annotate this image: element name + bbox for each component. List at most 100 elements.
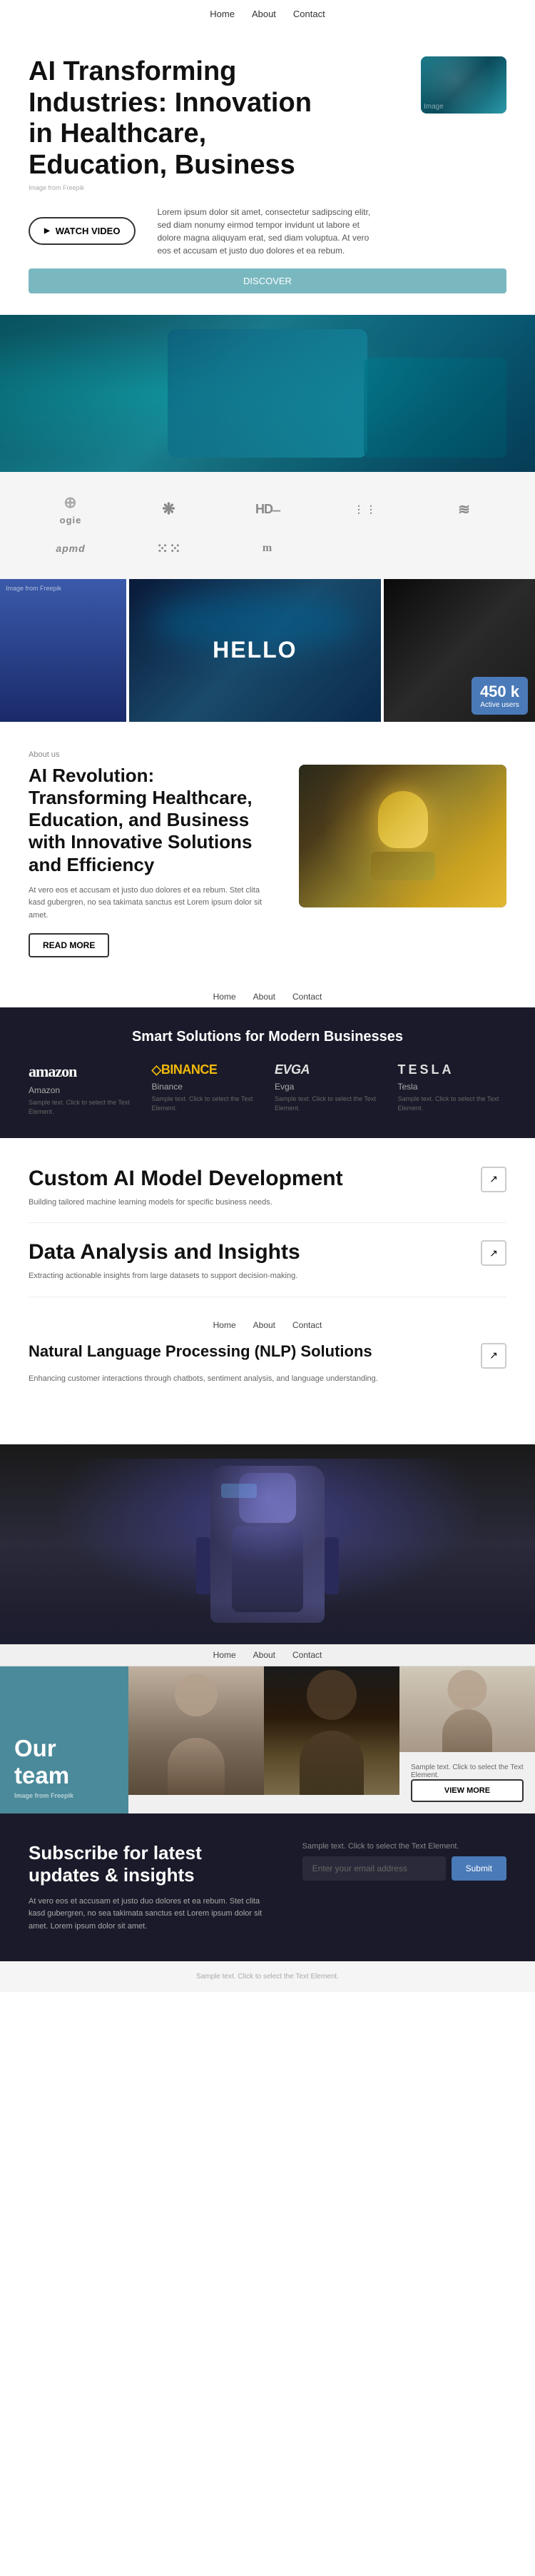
service-link-2[interactable]: ↗ [481, 1240, 506, 1266]
service-title-3: Natural Language Processing (NLP) Soluti… [29, 1343, 372, 1360]
nav-contact[interactable]: Contact [293, 9, 325, 19]
logo-4: ⋮⋮ [354, 503, 378, 515]
evga-name: Evga [275, 1082, 384, 1092]
brand-evga: EVGA Evga Sample text. Click to select t… [275, 1062, 384, 1116]
vr-banner [0, 315, 535, 472]
main-nav: Home About Contact [0, 0, 535, 28]
hello-text: HELLO [213, 637, 297, 663]
subscribe-left: Subscribe for latest updates & insights … [29, 1842, 274, 1933]
amazon-desc: Sample text. Click to select the Text El… [29, 1098, 138, 1116]
team-header: Our team Image from Freepik [0, 1666, 128, 1813]
hero-image-caption: Image from Freepik [29, 184, 506, 191]
image-block-center: HELLO [129, 579, 381, 722]
team-extra-text: Sample text. Click to select the Text El… [411, 1764, 524, 1779]
nav2-home[interactable]: Home [213, 992, 236, 1002]
hero-section: AI Transforming Industries: Innovation i… [0, 28, 535, 315]
team-member-1 [128, 1666, 264, 1795]
evga-logo: EVGA [275, 1062, 384, 1077]
stat-overlay: 450 k Active users [472, 677, 528, 715]
amazon-logo: amazon [29, 1062, 138, 1081]
subscribe-button[interactable]: Submit [452, 1856, 506, 1881]
hero-description: Lorem ipsum dolor sit amet, consectetur … [157, 206, 371, 257]
nav4-about[interactable]: About [253, 1650, 275, 1660]
binance-logo: ◇BINANCE [152, 1062, 261, 1077]
subscribe-sample-text: Sample text. Click to select the Text El… [302, 1842, 506, 1851]
logo-hd: HD━━ [255, 502, 280, 517]
image-grid: Image from Freepik HELLO 450 k Active us… [0, 579, 535, 722]
service-link-1[interactable]: ↗ [481, 1167, 506, 1192]
nav3-home[interactable]: Home [213, 1320, 236, 1330]
team-member-3: Sample text. Click to select the Text El… [399, 1666, 535, 1813]
logo-bb: ⁙⁙ [156, 540, 182, 558]
nav4-contact[interactable]: Contact [292, 1650, 322, 1660]
subscribe-right: Sample text. Click to select the Text El… [302, 1842, 506, 1881]
evga-desc: Sample text. Click to select the Text El… [275, 1095, 384, 1112]
nav2-about[interactable]: About [253, 992, 275, 1002]
robot-section [0, 1444, 535, 1644]
logos-section: ⊕ ogie ❋ HD━━ ⋮⋮ ≋ apmd ⁙⁙ m [0, 472, 535, 579]
nav3-about[interactable]: About [253, 1320, 275, 1330]
nav-mid: Home About Contact [0, 986, 535, 1007]
binance-desc: Sample text. Click to select the Text El… [152, 1095, 261, 1112]
subscribe-title: Subscribe for latest updates & insights [29, 1842, 274, 1886]
brand-binance: ◇BINANCE Binance Sample text. Click to s… [152, 1062, 261, 1116]
subscribe-section: Subscribe for latest updates & insights … [0, 1813, 535, 1961]
tesla-logo: TESLA [398, 1062, 507, 1077]
service-title-2: Data Analysis and Insights [29, 1240, 300, 1264]
tesla-name: Tesla [398, 1082, 507, 1092]
logo-ogie: ⊕ ogie [60, 493, 82, 525]
tesla-desc: Sample text. Click to select the Text El… [398, 1095, 507, 1112]
discover-button[interactable]: DISCOVER [29, 268, 506, 293]
nav-home[interactable]: Home [210, 9, 235, 19]
image-block-left: Image from Freepik [0, 579, 126, 722]
team-member-2 [264, 1666, 399, 1795]
brand-tesla: TESLA Tesla Sample text. Click to select… [398, 1062, 507, 1116]
logo-5: ≋ [458, 500, 471, 518]
service-link-3[interactable]: ↗ [481, 1343, 506, 1369]
robot-image [210, 1466, 325, 1623]
about-description: At vero eos et accusam et justo duo dolo… [29, 885, 277, 922]
nav2-contact[interactable]: Contact [292, 992, 322, 1002]
hero-title: AI Transforming Industries: Innovation i… [29, 56, 314, 181]
logo-m: m [263, 542, 272, 555]
team-title: Our team [14, 1735, 114, 1789]
read-more-button[interactable]: READ MORE [29, 933, 109, 957]
service-data-analysis: Data Analysis and Insights ↗ Extracting … [29, 1240, 506, 1297]
about-title: AI Revolution: Transforming Healthcare, … [29, 765, 277, 876]
image-source-label: Image from Freepik [6, 585, 61, 592]
team-image-source: Image from Freepik [14, 1792, 114, 1799]
nav4-home[interactable]: Home [213, 1650, 236, 1660]
footer: Sample text. Click to select the Text El… [0, 1961, 535, 1992]
image-block-right: 450 k Active users [384, 579, 535, 722]
service-desc-2: Extracting actionable insights from larg… [29, 1270, 385, 1282]
service-desc-3: Enhancing customer interactions through … [29, 1373, 385, 1385]
smart-section: Smart Solutions for Modern Businesses am… [0, 1007, 535, 1137]
amazon-name: Amazon [29, 1085, 138, 1095]
nav3-contact[interactable]: Contact [292, 1320, 322, 1330]
about-section: About us AI Revolution: Transforming Hea… [0, 722, 535, 987]
nav-mid-2: Home About Contact [0, 1314, 535, 1336]
stat-label: Active users [480, 701, 519, 709]
about-image [299, 765, 506, 907]
team-section: Home About Contact Our team Image from F… [0, 1644, 535, 1813]
service-nlp: Natural Language Processing (NLP) Soluti… [29, 1343, 506, 1399]
watch-video-button[interactable]: WATCH VIDEO [29, 217, 136, 245]
logo-2: ❋ [162, 500, 175, 518]
footer-text: Sample text. Click to select the Text El… [11, 1973, 524, 1981]
brand-amazon: amazon Amazon Sample text. Click to sele… [29, 1062, 138, 1116]
logo-apmd: apmd [56, 543, 85, 554]
service-custom-ai: Custom AI Model Development ↗ Building t… [29, 1167, 506, 1224]
view-more-button[interactable]: VIEW MORE [411, 1779, 524, 1802]
service-desc-1: Building tailored machine learning model… [29, 1197, 385, 1209]
hero-image [421, 56, 506, 114]
team-extra: Sample text. Click to select the Text El… [399, 1752, 535, 1813]
smart-title: Smart Solutions for Modern Businesses [29, 1029, 506, 1045]
services-section: Custom AI Model Development ↗ Building t… [0, 1138, 535, 1445]
nav-mid-3: Home About Contact [0, 1644, 535, 1666]
subscribe-desc: At vero eos et accusam et justo duo dolo… [29, 1896, 274, 1933]
stat-number: 450 k [480, 683, 519, 701]
binance-name: Binance [152, 1082, 261, 1092]
service-title-1: Custom AI Model Development [29, 1167, 343, 1190]
email-input[interactable] [302, 1856, 446, 1881]
nav-about[interactable]: About [252, 9, 276, 19]
